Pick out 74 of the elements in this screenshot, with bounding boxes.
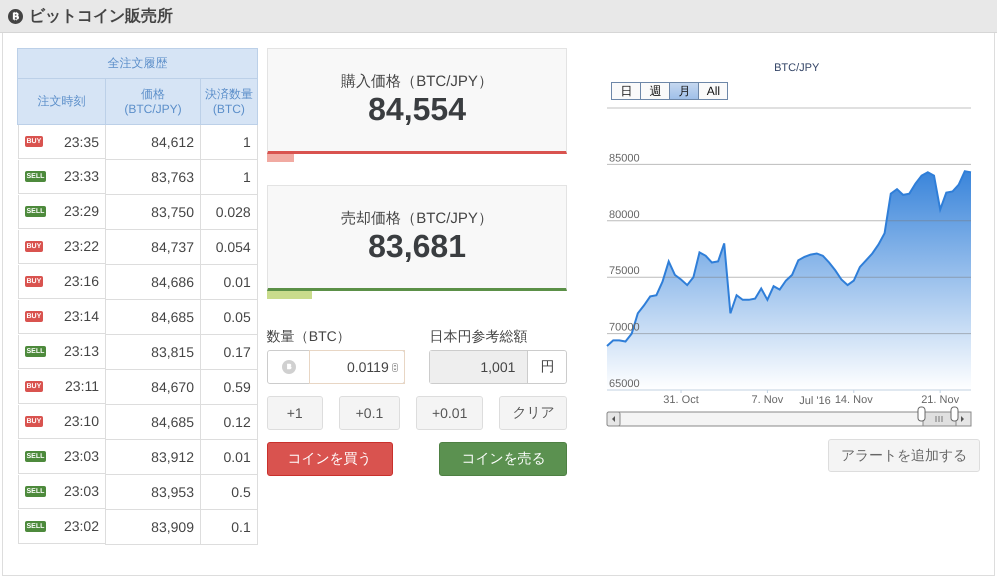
table-cell: 84,612 xyxy=(106,124,200,160)
increment-button[interactable]: クリア xyxy=(499,396,568,430)
total-field: 1,001 円 xyxy=(429,350,568,384)
table-cell: 1 xyxy=(200,160,258,194)
spinner-icon[interactable] xyxy=(392,362,398,372)
table-cell: 83,912 xyxy=(106,440,200,474)
table-cell: 0.028 xyxy=(200,194,258,230)
field-label: 数量（BTC） xyxy=(266,328,352,346)
axis-label: 85000 xyxy=(609,152,640,164)
page-title: ビットコイン販売所 xyxy=(29,6,173,26)
range-button[interactable]: 週 xyxy=(640,82,670,100)
order-time: 23:16 xyxy=(64,273,99,289)
increment-button[interactable]: +0.1 xyxy=(338,396,400,430)
increment-button[interactable]: +0.01 xyxy=(416,396,484,430)
axis-label: 31. Oct xyxy=(664,394,700,406)
quantity-field[interactable]: 0.0119 xyxy=(266,350,405,384)
axis-label: 80000 xyxy=(609,208,640,221)
table-cell: 0.01 xyxy=(200,440,258,474)
axis-label: 14. Nov xyxy=(835,394,874,406)
bitcoin-icon xyxy=(8,8,23,24)
column-header: 注文時刻 xyxy=(18,78,106,124)
coin-icon xyxy=(282,360,296,374)
order-time: 23:10 xyxy=(64,413,99,429)
sell-button[interactable]: コインを売る xyxy=(439,442,568,476)
table-cell: 84,670 xyxy=(106,370,200,404)
table-cell: 83,750 xyxy=(106,194,200,230)
table-cell: 84,685 xyxy=(106,300,200,334)
range-button[interactable]: All xyxy=(698,82,728,100)
column-header: 決済数量 (BTC) xyxy=(200,78,258,124)
table-cell: 0.1 xyxy=(200,510,258,544)
axis-label: 21. Nov xyxy=(922,394,960,406)
table-cell: 84,686 xyxy=(106,264,200,300)
order-time: 23:22 xyxy=(64,238,99,254)
range-button[interactable]: 月 xyxy=(669,82,700,100)
table-cell: 83,763 xyxy=(106,160,200,194)
chart-title: BTC/JPY xyxy=(774,62,820,74)
price-label: 売却価格（BTC/JPY） xyxy=(341,209,493,228)
table-cell: 0.01 xyxy=(200,264,258,300)
table-cell: 83,909 xyxy=(106,510,200,544)
table-cell: 83,953 xyxy=(106,474,200,510)
field-label: 日本円参考総額 xyxy=(429,328,528,346)
table-cell: 84,685 xyxy=(106,404,200,440)
table-cell: 0.5 xyxy=(200,474,258,510)
axis-label: 75000 xyxy=(609,265,640,278)
navigator-label: Jul '16 xyxy=(800,395,832,407)
navigator-scrollbar[interactable] xyxy=(606,406,972,426)
table-cell: 1 xyxy=(200,124,258,160)
increment-button[interactable]: +1 xyxy=(266,396,323,430)
table-cell: 0.17 xyxy=(200,334,258,370)
table-cell: 84,737 xyxy=(106,230,200,264)
table-title: 全注文履歴 xyxy=(18,48,258,78)
order-time: 23:03 xyxy=(64,448,99,464)
price-value: 83,681 xyxy=(368,228,466,265)
price-value: 84,554 xyxy=(368,91,466,128)
order-time: 23:35 xyxy=(64,134,99,150)
order-time: 23:03 xyxy=(64,483,99,499)
order-time: 23:13 xyxy=(64,343,99,359)
order-time: 23:11 xyxy=(65,378,99,394)
order-time: 23:14 xyxy=(64,308,99,324)
table-cell: 0.12 xyxy=(200,404,258,440)
order-time: 23:02 xyxy=(64,518,99,534)
price-label: 購入価格（BTC/JPY） xyxy=(341,72,493,91)
table-cell: 0.05 xyxy=(200,300,258,334)
range-button[interactable]: 日 xyxy=(611,82,642,100)
column-header: 価格 (BTC/JPY) xyxy=(106,78,200,124)
table-cell: 0.054 xyxy=(200,230,258,264)
add-alert-button[interactable]: アラートを追加する xyxy=(828,439,980,472)
axis-label: 7. Nov xyxy=(752,394,784,406)
order-time: 23:33 xyxy=(64,168,99,184)
axis-label: 65000 xyxy=(609,378,640,390)
table-cell: 83,815 xyxy=(106,334,200,370)
table-cell: 0.59 xyxy=(200,370,258,404)
order-time: 23:29 xyxy=(64,203,99,219)
buy-button[interactable]: コインを買う xyxy=(266,442,393,476)
